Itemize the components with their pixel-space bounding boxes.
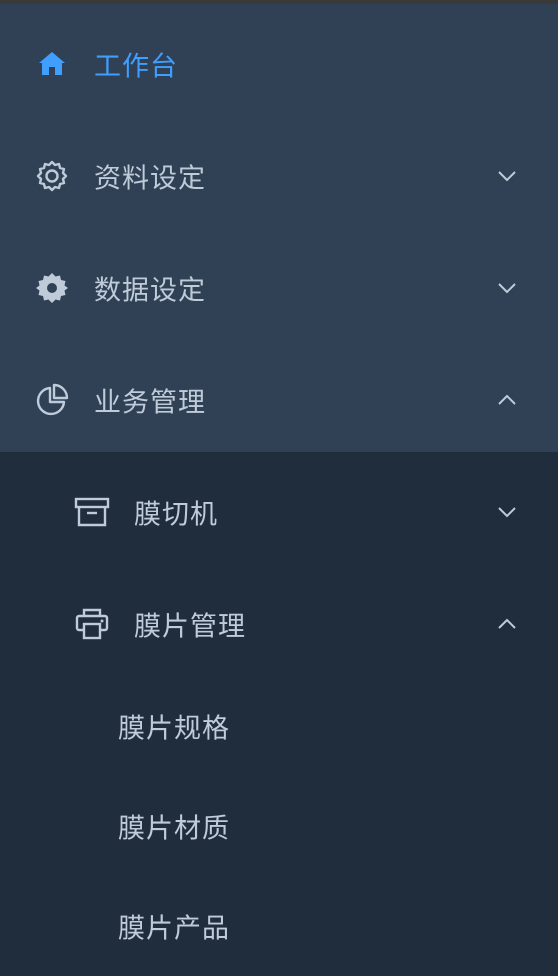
submenu-item-film-cutter[interactable]: 膜切机 — [0, 456, 558, 568]
box-icon — [74, 494, 110, 530]
menu-item-label: 资料设定 — [94, 163, 206, 195]
submenu-item-film-management[interactable]: 膜片管理 — [0, 568, 558, 680]
menu-item-label: 业务管理 — [94, 387, 206, 419]
home-icon — [34, 46, 70, 82]
leaf-item-film-material[interactable]: 膜片材质 — [0, 776, 558, 876]
gear-filled-icon — [34, 270, 70, 306]
menu-item-label: 膜片产品 — [118, 913, 230, 945]
chevron-down-icon — [496, 501, 518, 523]
leaf-item-film-spec[interactable]: 膜片规格 — [0, 676, 558, 776]
chevron-up-icon — [496, 613, 518, 635]
menu-item-business-management[interactable]: 业务管理 — [0, 344, 558, 456]
gear-outline-icon — [34, 158, 70, 194]
chevron-up-icon — [496, 389, 518, 411]
menu-item-label: 工作台 — [94, 51, 178, 83]
sidebar-menu: 工作台 资料设定 数据设定 业务管理 膜切机 膜片管理 膜片规格 膜片材质 膜片… — [0, 4, 558, 976]
chevron-down-icon — [496, 277, 518, 299]
menu-item-profile-settings[interactable]: 资料设定 — [0, 120, 558, 232]
menu-item-label: 膜片规格 — [118, 713, 230, 745]
menu-item-label: 膜片材质 — [118, 813, 230, 845]
menu-item-label: 数据设定 — [94, 275, 206, 307]
chevron-down-icon — [496, 165, 518, 187]
leaf-item-film-product[interactable]: 膜片产品 — [0, 876, 558, 976]
pie-chart-icon — [34, 382, 70, 418]
printer-icon — [74, 606, 110, 642]
menu-item-label: 膜片管理 — [134, 611, 246, 643]
menu-item-label: 膜切机 — [134, 499, 218, 531]
menu-item-dashboard[interactable]: 工作台 — [0, 8, 558, 120]
menu-item-data-settings[interactable]: 数据设定 — [0, 232, 558, 344]
